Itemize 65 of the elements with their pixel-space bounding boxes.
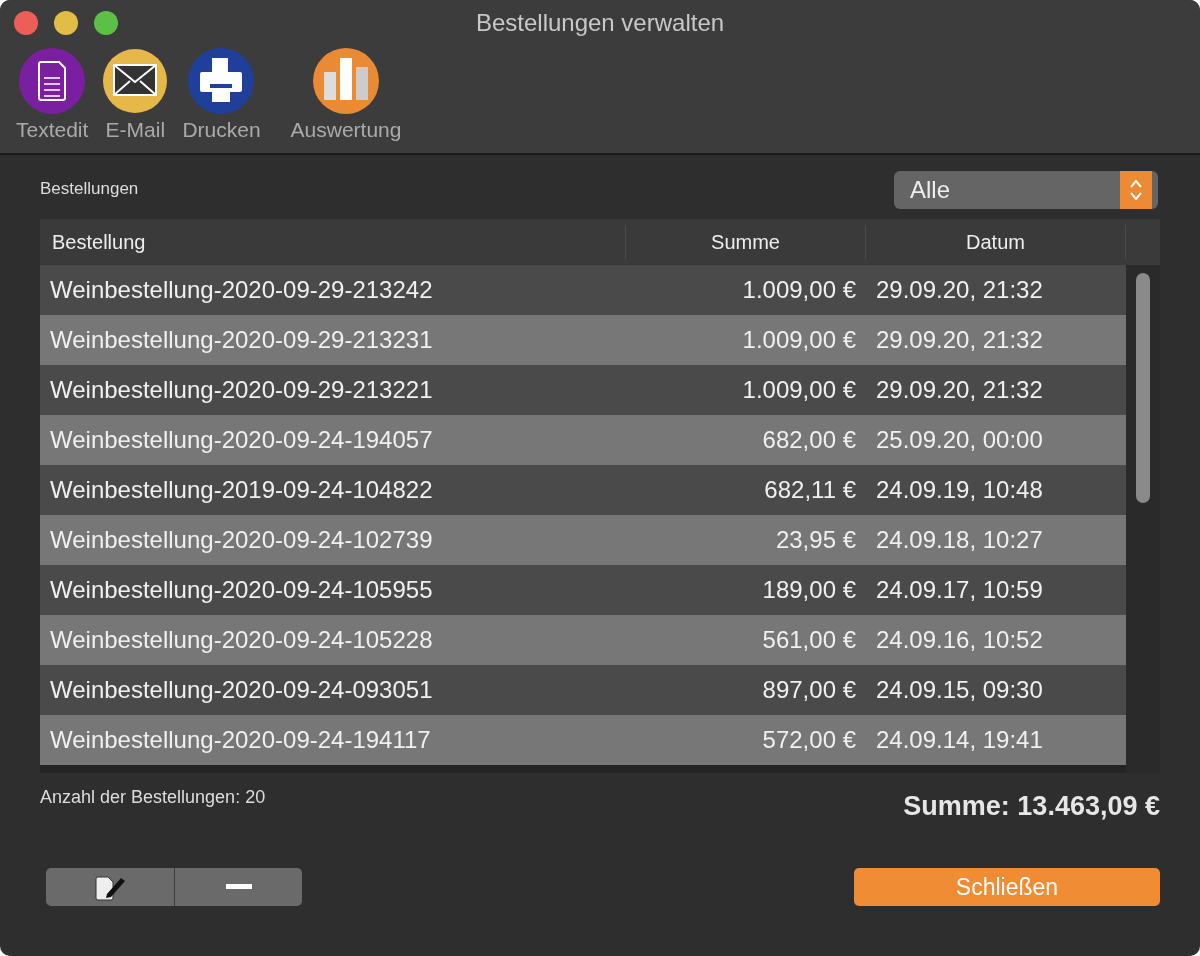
table-cell-text: Weinbestellung-2020-09-24-093051 <box>49 676 434 704</box>
edit-button[interactable] <box>46 868 174 906</box>
table-row[interactable]: Weinbestellung-2020-09-24-194057 682,00 € 25.09.20, 00:00 <box>40 415 1126 465</box>
table-cell-text: Weinbestellung-2020-09-24-194057 <box>49 426 434 454</box>
section-label: Bestellungen <box>40 179 139 199</box>
table-row[interactable]: Weinbestellung-2020-09-24-194117 572,00 € 24.09.14, 19:41 <box>40 715 1126 765</box>
minus-icon <box>225 884 252 890</box>
zoom-window-button[interactable] <box>94 11 118 35</box>
table-cell-text: 1.009,00 € <box>741 326 857 354</box>
table-cell-text: 682,00 € <box>761 426 857 454</box>
table-cell-text: 24.09.18, 10:27 <box>875 526 1044 554</box>
column-header[interactable]: Datum <box>866 225 1126 259</box>
order-count: Anzahl der Bestellungen: 20 <box>40 787 266 809</box>
table-cell-text: Weinbestellung-2020-09-24-194117 <box>49 726 432 754</box>
table-cell-text: Weinbestellung-2020-09-24-102739 <box>49 526 434 554</box>
table-cell-text: Weinbestellung-2020-09-24-105228 <box>49 626 434 654</box>
table-cell-text: 25.09.20, 00:00 <box>875 426 1044 454</box>
table-row[interactable]: Weinbestellung-2019-09-24-104822 682,11 € 24.09.19, 10:48 <box>40 465 1126 515</box>
table-cell-text: 572,00 € <box>761 726 857 754</box>
table-cell-text: 24.09.16, 10:52 <box>875 626 1044 654</box>
table-cell-text: 682,11 € <box>763 476 857 504</box>
toolbar-button[interactable]: Auswertung <box>288 46 404 142</box>
table-cell-text: 24.09.15, 09:30 <box>875 676 1044 704</box>
printer-icon <box>188 48 255 114</box>
document-icon <box>19 48 86 114</box>
table-cell-text: 561,00 € <box>761 626 857 654</box>
table-cell-text: Weinbestellung-2020-09-29-213231 <box>49 326 434 354</box>
table-row[interactable]: Weinbestellung-2020-09-24-093051 897,00 € 24.09.15, 09:30 <box>40 665 1126 715</box>
toolbar-button[interactable]: Textedit <box>14 46 91 142</box>
table-cell-text: Weinbestellung-2019-09-24-104822 <box>49 476 434 504</box>
table-cell-text: 189,00 € <box>761 576 857 604</box>
column-header[interactable]: Bestellung <box>40 225 626 259</box>
toolbar-button[interactable]: Drucken <box>180 46 263 142</box>
close-button[interactable]: Schließen <box>854 868 1160 906</box>
minimize-window-button[interactable] <box>54 11 78 35</box>
total-sum: Summe: 13.463,09 € <box>903 791 1160 822</box>
table-row[interactable]: Weinbestellung-2020-09-29-213221 1.009,00 € 29.09.20, 21:32 <box>40 365 1126 415</box>
close-window-button[interactable] <box>14 11 38 35</box>
window-title: Bestellungen verwalten <box>475 9 725 37</box>
bar-chart-icon <box>313 48 380 114</box>
table-cell-text: Weinbestellung-2020-09-29-213242 <box>49 276 434 304</box>
table-row[interactable]: Weinbestellung-2020-09-29-213242 1.009,00 € 29.09.20, 21:32 <box>40 265 1126 315</box>
table-cell-text: Weinbestellung-2020-09-29-213221 <box>49 376 434 404</box>
table-row[interactable]: Weinbestellung-2020-09-24-105955 189,00 € 24.09.17, 10:59 <box>40 565 1126 615</box>
remove-button[interactable] <box>174 868 302 906</box>
chevron-updown-icon <box>1128 177 1144 203</box>
toolbar-button[interactable]: E-Mail <box>100 46 171 142</box>
table-cell-text: Weinbestellung-2020-09-24-105955 <box>49 576 434 604</box>
table-row[interactable]: Weinbestellung-2020-09-24-105228 561,00 € 24.09.16, 10:52 <box>40 615 1126 665</box>
table-cell-text: 29.09.20, 21:32 <box>875 326 1044 354</box>
scrollbar-thumb[interactable] <box>1136 273 1150 503</box>
column-header[interactable]: Summe <box>626 225 866 259</box>
table-cell-text: 897,00 € <box>761 676 857 704</box>
table-row[interactable]: Weinbestellung-2020-09-24-102739 23,95 € 24.09.18, 10:27 <box>40 515 1126 565</box>
table-row[interactable]: Weinbestellung-2020-09-29-213231 1.009,00 € 29.09.20, 21:32 <box>40 315 1126 365</box>
envelope-icon <box>102 48 169 114</box>
table-cell-text: 1.009,00 € <box>741 376 857 404</box>
table-cell-text: 1.009,00 € <box>741 276 857 304</box>
table-cell-text: 24.09.19, 10:48 <box>875 476 1044 504</box>
table-cell-text: 24.09.14, 19:41 <box>875 726 1044 754</box>
table-cell-text: 29.09.20, 21:32 <box>875 276 1044 304</box>
table-cell-text: 24.09.17, 10:59 <box>875 576 1044 604</box>
filter-dropdown[interactable]: Alle <box>894 171 1158 209</box>
table-cell-text: 23,95 € <box>774 526 857 554</box>
table-cell-text: 29.09.20, 21:32 <box>875 376 1044 404</box>
